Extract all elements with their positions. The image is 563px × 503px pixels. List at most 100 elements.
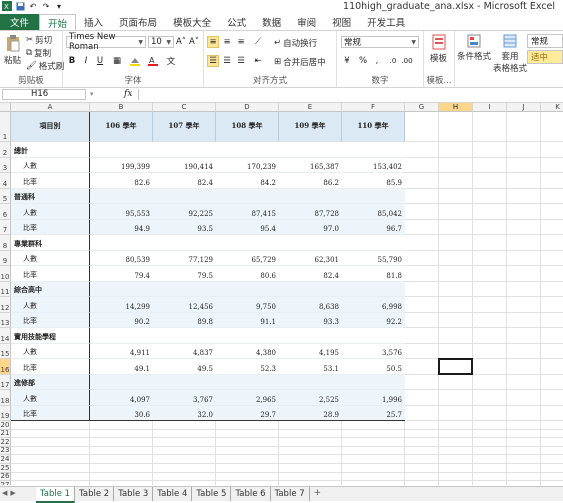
table-header-year[interactable]: 107 學年 (153, 112, 216, 142)
cell[interactable] (541, 189, 563, 204)
font-color-icon[interactable]: A (147, 55, 159, 67)
row-item-label[interactable]: 比率 (11, 266, 90, 282)
table-cell[interactable]: 14,299 (90, 297, 153, 313)
paste-button[interactable]: 粘贴 (4, 34, 21, 66)
table-cell[interactable]: 62,301 (279, 251, 342, 266)
cell[interactable] (439, 405, 473, 421)
cell[interactable] (507, 421, 541, 430)
cell[interactable] (541, 375, 563, 390)
style-normal[interactable]: 常规 (527, 34, 563, 48)
cell[interactable] (541, 112, 563, 142)
cell[interactable] (541, 359, 563, 375)
comma-button[interactable]: , (371, 55, 383, 67)
indent-icon[interactable]: ⇤ (252, 55, 264, 67)
tab-developer[interactable]: 开发工具 (359, 14, 413, 30)
table-cell[interactable]: 29.7 (216, 405, 279, 421)
cell[interactable] (541, 173, 563, 189)
cell[interactable] (405, 438, 439, 447)
table-cell[interactable] (279, 188, 342, 204)
row-header-15[interactable]: 15 (0, 343, 11, 359)
border-icon[interactable]: ▦ (111, 55, 123, 67)
cell[interactable] (439, 481, 473, 485)
cell[interactable] (405, 464, 439, 473)
cell[interactable] (216, 446, 279, 456)
cell[interactable] (439, 142, 473, 158)
cell[interactable] (439, 250, 473, 266)
italic-button[interactable]: I (80, 55, 92, 67)
cell[interactable] (507, 188, 541, 204)
cell[interactable] (507, 142, 541, 158)
cell[interactable] (405, 142, 439, 158)
cell[interactable] (439, 390, 473, 406)
cell[interactable] (279, 481, 342, 485)
cell[interactable] (405, 188, 439, 204)
copy-button[interactable]: ⧉ 复制 (26, 47, 51, 59)
cut-button[interactable]: ✂ 剪切 (26, 34, 52, 46)
table-cell[interactable] (342, 235, 405, 251)
row-header-6[interactable]: 6 (0, 204, 11, 220)
cell[interactable] (153, 472, 216, 482)
column-header-e[interactable]: E (279, 103, 342, 112)
cell[interactable] (507, 359, 541, 375)
table-cell[interactable]: 4,380 (216, 344, 279, 359)
sheet-tab-4[interactable]: Table 4 (153, 487, 193, 501)
cell[interactable] (541, 390, 563, 406)
bold-button[interactable]: B (66, 55, 78, 67)
cell[interactable] (541, 430, 563, 439)
table-cell[interactable]: 80.6 (216, 266, 279, 282)
cell[interactable] (473, 112, 507, 142)
tab-page-layout[interactable]: 页面布局 (111, 14, 165, 30)
table-header-item[interactable]: 項目別 (11, 112, 90, 142)
table-cell[interactable]: 190,414 (153, 158, 216, 173)
cell[interactable] (279, 464, 342, 473)
cell[interactable] (279, 472, 342, 482)
cell[interactable] (439, 235, 473, 251)
table-cell[interactable]: 80,539 (90, 251, 153, 266)
table-cell[interactable] (342, 281, 405, 297)
row-header-12[interactable]: 12 (0, 297, 11, 313)
table-cell[interactable]: 92,225 (153, 204, 216, 220)
cell[interactable] (439, 464, 473, 473)
number-format-select[interactable]: 常规 ▼ (341, 36, 419, 48)
cell[interactable] (153, 429, 216, 439)
cell[interactable] (473, 328, 507, 344)
table-cell[interactable]: 81.8 (342, 266, 405, 282)
row-header-17[interactable]: 17 (0, 374, 11, 390)
table-cell[interactable]: 53.1 (279, 359, 342, 375)
cell[interactable] (405, 281, 439, 297)
table-cell[interactable]: 3,767 (153, 390, 216, 406)
table-cell[interactable]: 30.6 (90, 405, 153, 421)
table-cell[interactable] (216, 188, 279, 204)
table-header-year[interactable]: 106 學年 (90, 112, 153, 142)
cell[interactable] (473, 405, 507, 421)
tab-view[interactable]: 视图 (324, 14, 359, 30)
cell[interactable] (405, 297, 439, 313)
row-item-label[interactable]: 人數 (11, 157, 90, 173)
customize-qat-icon[interactable]: ▾ (54, 1, 64, 11)
cell[interactable] (541, 438, 563, 447)
cell[interactable] (507, 405, 541, 421)
cell[interactable] (541, 344, 563, 359)
cell[interactable] (541, 313, 563, 328)
table-cell[interactable]: 170,239 (216, 158, 279, 173)
row-header-7[interactable]: 7 (0, 219, 11, 235)
table-cell[interactable]: 65,729 (216, 251, 279, 266)
table-cell[interactable]: 4,097 (90, 390, 153, 406)
cell[interactable] (216, 421, 279, 430)
row-header-9[interactable]: 9 (0, 250, 11, 266)
cell[interactable] (405, 390, 439, 406)
cell[interactable] (90, 438, 153, 447)
cell[interactable] (439, 219, 473, 235)
cell[interactable] (11, 429, 90, 439)
column-header-i[interactable]: I (473, 103, 507, 112)
table-cell[interactable]: 96.7 (342, 219, 405, 235)
row-item-label[interactable]: 人數 (11, 204, 90, 220)
table-cell[interactable]: 1,996 (342, 390, 405, 406)
cell[interactable] (405, 429, 439, 439)
table-cell[interactable]: 4,837 (153, 344, 216, 359)
worksheet-grid[interactable]: A B C D E F G H I J K 1 項目別 106 學年 107 學年 108 學年 109 學年 1… (0, 103, 563, 485)
cell[interactable] (279, 421, 342, 430)
underline-button[interactable]: U (94, 55, 106, 67)
align-center-icon[interactable]: ☰ (221, 55, 233, 67)
table-cell[interactable]: 93.5 (153, 219, 216, 235)
